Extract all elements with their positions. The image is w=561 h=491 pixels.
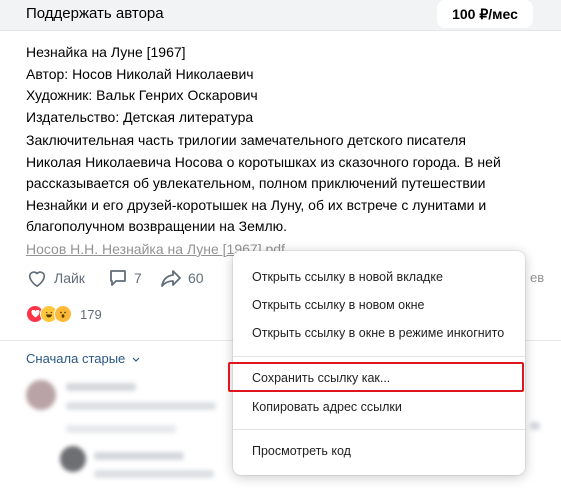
comment-item xyxy=(26,380,56,410)
sort-label: Сначала старые xyxy=(26,351,126,366)
views-count: ев xyxy=(530,270,545,285)
chevron-down-icon xyxy=(132,351,140,366)
comments-count: 7 xyxy=(134,270,142,286)
comments-button[interactable]: 7 xyxy=(108,266,142,290)
comment-text xyxy=(66,402,216,410)
post-description: Заключительная часть трилогии замечатель… xyxy=(26,132,501,235)
avatar xyxy=(26,380,56,410)
menu-divider xyxy=(233,429,525,430)
menu-open-incognito[interactable]: Открыть ссылку в окне в режиме инкогнито xyxy=(233,321,525,345)
like-button[interactable]: Лайк xyxy=(26,266,85,290)
support-author-bar: Поддержать автора 100 ₽/мес xyxy=(0,0,561,31)
comments-sort-dropdown[interactable]: Сначала старые xyxy=(26,351,140,366)
reactions-count: 179 xyxy=(80,306,102,322)
subscription-price-button[interactable]: 100 ₽/мес xyxy=(437,0,533,28)
reply-item xyxy=(60,446,86,472)
menu-copy-link-address[interactable]: Копировать адрес ссылки xyxy=(233,395,525,419)
shares-count: 60 xyxy=(188,270,204,286)
menu-inspect[interactable]: Просмотреть код xyxy=(233,439,525,463)
menu-open-new-window[interactable]: Открыть ссылку в новом окне xyxy=(233,293,525,317)
book-title: Незнайка на Луне [1967] xyxy=(26,44,186,60)
book-illustrator: Художник: Вальк Генрих Оскарович xyxy=(26,87,258,103)
avatar xyxy=(60,446,86,472)
share-button[interactable]: 60 xyxy=(160,266,204,290)
comment-like-icon xyxy=(530,422,540,430)
reply-author xyxy=(94,452,184,460)
reply-text xyxy=(94,470,214,478)
menu-open-new-tab[interactable]: Открыть ссылку в новой вкладке xyxy=(233,265,525,289)
reactions-summary[interactable]: 179 xyxy=(26,304,102,324)
book-author: Автор: Носов Николай Николаевич xyxy=(26,65,254,82)
support-author-label: Поддержать автора xyxy=(26,5,164,22)
heart-icon xyxy=(26,268,48,288)
menu-divider xyxy=(233,356,525,357)
comment-meta xyxy=(66,425,176,433)
like-label: Лайк xyxy=(54,270,85,286)
comment-author xyxy=(66,383,136,391)
post-meta: Незнайка на Луне [1967] Автор: Носов Ник… xyxy=(26,42,526,128)
book-publisher: Издательство: Детская литература xyxy=(26,108,254,125)
save-link-highlight-box xyxy=(228,362,524,392)
share-icon xyxy=(160,268,182,288)
surprised-reaction-icon xyxy=(54,305,72,323)
comment-icon xyxy=(108,268,128,288)
